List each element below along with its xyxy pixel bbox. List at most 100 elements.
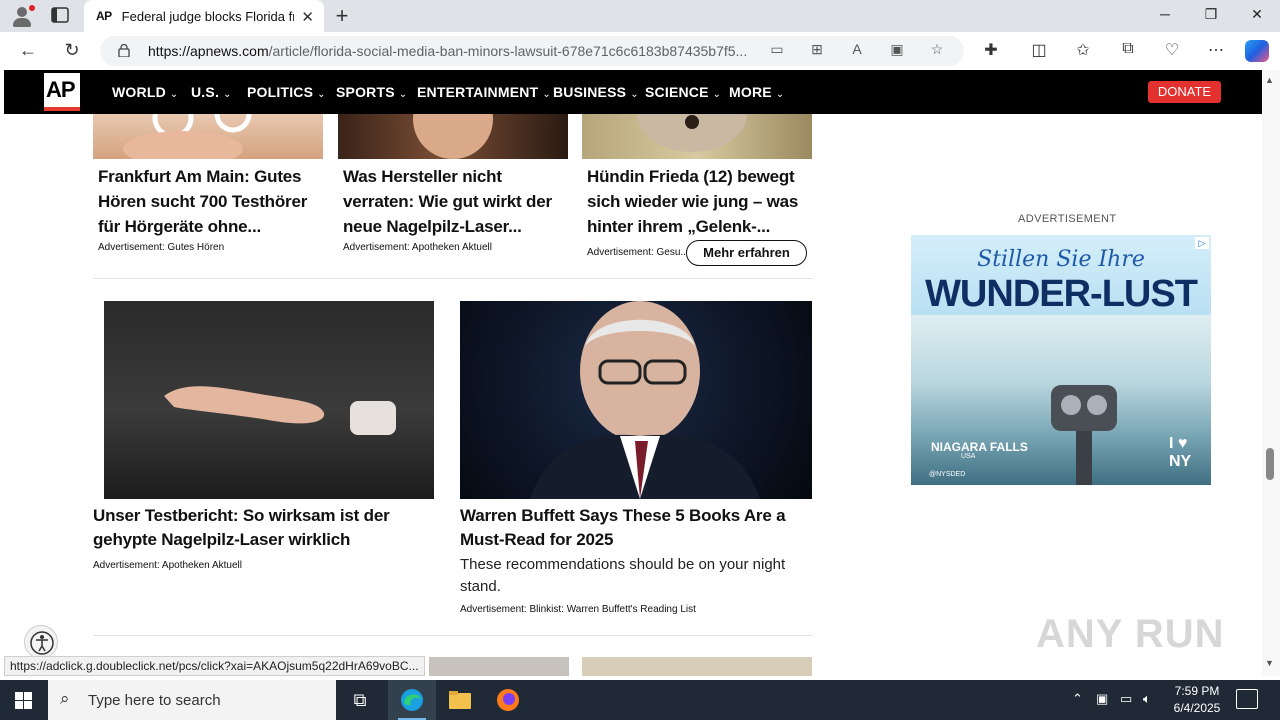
- immersive-reader-icon[interactable]: ▣: [886, 41, 908, 58]
- file-explorer-icon[interactable]: [436, 680, 484, 720]
- headline-hearing[interactable]: Frankfurt Am Main: Gutes Hören sucht 700…: [98, 164, 326, 239]
- edge-taskbar-icon[interactable]: [388, 680, 436, 720]
- adchoices-icon[interactable]: ▷: [1195, 237, 1209, 249]
- ap-logo-text: AP: [46, 77, 76, 102]
- more-menu-icon[interactable]: ⋯: [1204, 40, 1228, 60]
- ad-image-partial[interactable]: [582, 657, 812, 676]
- headline-dog[interactable]: Hündin Frieda (12) bewegt sich wieder wi…: [587, 164, 813, 239]
- headline-buffett[interactable]: Warren Buffett Says These 5 Books Are a …: [460, 504, 790, 552]
- ad-title: WUNDER-LUST: [925, 273, 1198, 315]
- task-view-icon[interactable]: ⧉: [336, 680, 384, 720]
- page-content: Frankfurt Am Main: Gutes Hören sucht 700…: [4, 114, 1262, 676]
- back-icon[interactable]: ←: [16, 40, 40, 61]
- chevron-down-icon: ⌄: [775, 89, 785, 100]
- ap-logo[interactable]: AP: [44, 73, 80, 111]
- notification-icon[interactable]: [1236, 689, 1258, 709]
- scroll-up-icon[interactable]: ▲: [1265, 75, 1274, 85]
- nav-business-label: BUSINESS: [553, 84, 627, 100]
- start-button[interactable]: [0, 680, 48, 720]
- profile-icon[interactable]: [10, 5, 35, 27]
- ap-favicon-icon: AP: [96, 9, 112, 23]
- donate-button[interactable]: DONATE: [1148, 81, 1221, 103]
- ad-image-nail[interactable]: [338, 114, 568, 159]
- headline-nail-laser[interactable]: Was Hersteller nicht verraten: Wie gut w…: [343, 164, 567, 239]
- divider: [93, 635, 813, 636]
- ad-tagline: Stillen Sie Ihre: [977, 247, 1145, 272]
- browser-title-bar: AP Federal judge blocks Florida from enf…: [0, 0, 1280, 32]
- ad-image-foot[interactable]: [104, 301, 434, 499]
- page-scrollbar[interactable]: ▲ ▼: [1262, 70, 1280, 676]
- nav-us[interactable]: U.S. ⌄: [191, 84, 232, 100]
- network-device-icon[interactable]: ▣: [1096, 691, 1108, 707]
- nav-business[interactable]: BUSINESS ⌄: [553, 84, 639, 100]
- mehr-erfahren-button[interactable]: Mehr erfahren: [686, 240, 807, 266]
- chevron-down-icon: ⌄: [630, 89, 639, 100]
- url-host: https://apnews.com: [148, 43, 269, 59]
- ad-image-buffett[interactable]: [460, 301, 812, 499]
- ad-label: Advertisement: Apotheken Aktuell: [93, 560, 242, 571]
- apps-icon[interactable]: ⊞: [806, 41, 828, 58]
- address-bar[interactable]: https://apnews.com/article/florida-socia…: [100, 36, 964, 66]
- status-bar-url: https://adclick.g.doubleclick.net/pcs/cl…: [4, 656, 425, 676]
- ad-image-partial[interactable]: [429, 657, 569, 676]
- taskbar: ⌕ Type here to search ⧉ ⌃ ▣ ▭ 🔈︎ 7:59 PM…: [0, 680, 1280, 720]
- nav-more-label: MORE: [729, 84, 772, 100]
- clock-date: 6/4/2025: [1173, 701, 1221, 715]
- favorite-star-icon[interactable]: ☆: [926, 41, 948, 58]
- cast-icon[interactable]: ▭: [766, 41, 788, 58]
- windows-logo-icon: [15, 692, 32, 709]
- nav-sports[interactable]: SPORTS ⌄: [336, 84, 407, 100]
- sidebar-ad-banner[interactable]: Stillen Sie Ihre WUNDER-LUST NIAGARA FAL…: [911, 235, 1211, 485]
- close-tab-icon[interactable]: ✕: [301, 8, 314, 26]
- ad-label: Advertisement: Apotheken Aktuell: [343, 242, 492, 253]
- url-path: /article/florida-social-media-ban-minors…: [268, 43, 748, 59]
- advertisement-heading: ADVERTISEMENT: [1018, 213, 1117, 225]
- chevron-down-icon: ⌄: [223, 89, 232, 100]
- nav-politics[interactable]: POLITICS ⌄: [247, 84, 326, 100]
- browser-essentials-icon[interactable]: ♡: [1160, 40, 1184, 60]
- chevron-down-icon: ⌄: [398, 89, 408, 100]
- tray-chevron-icon[interactable]: ⌃: [1072, 691, 1083, 707]
- maximize-button[interactable]: ❐: [1196, 6, 1226, 23]
- copilot-icon[interactable]: [1245, 40, 1269, 62]
- scroll-down-icon[interactable]: ▼: [1265, 658, 1274, 668]
- url-text: https://apnews.com/article/florida-socia…: [148, 43, 760, 59]
- scrollbar-thumb[interactable]: [1266, 448, 1274, 480]
- nav-entertainment[interactable]: ENTERTAINMENT ⌄: [417, 84, 551, 100]
- volume-icon[interactable]: 🔈︎: [1143, 691, 1151, 707]
- taskbar-search[interactable]: ⌕ Type here to search: [48, 680, 336, 720]
- extensions-icon[interactable]: ✚: [979, 40, 1003, 60]
- network-icon[interactable]: ▭: [1120, 691, 1132, 707]
- tab-title: Federal judge blocks Florida from enforc…: [121, 8, 294, 24]
- ad-image-dog[interactable]: [582, 114, 812, 159]
- read-aloud-icon[interactable]: A: [846, 41, 868, 57]
- system-clock[interactable]: 7:59 PM 6/4/2025: [1172, 683, 1222, 717]
- headline-nail-test[interactable]: Unser Testbericht: So wirksam ist der ge…: [93, 504, 433, 552]
- nav-science[interactable]: SCIENCE ⌄: [645, 84, 721, 100]
- nav-more[interactable]: MORE ⌄: [729, 84, 784, 100]
- collections-icon[interactable]: ⧉: [1116, 40, 1140, 58]
- ap-nav-bar: AP WORLD ⌄ U.S. ⌄ POLITICS ⌄ SPORTS ⌄ ENTERT…: [4, 70, 1262, 114]
- article-description: These recommendations should be on your …: [460, 556, 786, 595]
- nav-science-label: SCIENCE: [645, 84, 709, 100]
- search-placeholder: Type here to search: [88, 692, 221, 709]
- browser-tab-active[interactable]: AP Federal judge blocks Florida from enf…: [84, 0, 324, 32]
- refresh-icon[interactable]: ↻: [60, 40, 84, 61]
- ad-handle: @NYSDED: [929, 471, 966, 478]
- nav-entertainment-label: ENTERTAINMENT: [417, 84, 539, 100]
- i-love-ny-logo: I ♥ NY: [1169, 435, 1192, 470]
- favorites-icon[interactable]: ✩: [1071, 40, 1095, 60]
- nav-world[interactable]: WORLD ⌄: [112, 84, 178, 100]
- accessibility-icon[interactable]: [24, 625, 58, 659]
- lock-icon[interactable]: [118, 44, 130, 57]
- firefox-icon[interactable]: [484, 680, 532, 720]
- close-window-button[interactable]: ✕: [1242, 6, 1272, 23]
- split-screen-icon[interactable]: ◫: [1027, 40, 1051, 60]
- tab-actions-icon[interactable]: [50, 6, 72, 26]
- minimize-button[interactable]: ─: [1150, 6, 1180, 22]
- new-tab-button[interactable]: +: [330, 3, 354, 29]
- ad-brand-sub: USA: [961, 453, 976, 460]
- ad-image-hearing[interactable]: [93, 114, 323, 159]
- nav-world-label: WORLD: [112, 84, 166, 100]
- chevron-down-icon: ⌄: [712, 89, 722, 100]
